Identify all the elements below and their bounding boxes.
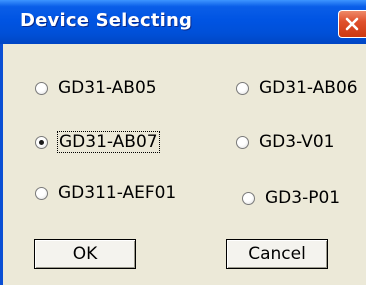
radio-button-unchecked[interactable] [236, 135, 249, 149]
radio-option-gd3-p01[interactable]: GD3-P01 [242, 188, 340, 208]
radio-option-gd3-v01[interactable]: GD3-V01 [236, 132, 334, 152]
radio-label: GD3-V01 [259, 132, 335, 152]
radio-button-unchecked[interactable] [242, 191, 255, 205]
radio-button-unchecked[interactable] [35, 186, 48, 200]
radio-button-unchecked[interactable] [236, 81, 249, 95]
radio-option-gd311-aef01[interactable]: GD311-AEF01 [35, 183, 176, 203]
radio-option-gd31-ab05[interactable]: GD31-AB05 [35, 78, 157, 98]
close-button[interactable] [338, 10, 366, 38]
close-icon [345, 17, 359, 31]
radio-button-unchecked[interactable] [35, 81, 48, 95]
window-left-border [0, 44, 3, 285]
radio-label: GD3-P01 [265, 188, 341, 208]
ok-button[interactable]: OK [34, 239, 136, 269]
device-selecting-dialog: Device Selecting GD31-AB05 GD31-AB06 GD3… [0, 0, 366, 285]
radio-button-checked[interactable] [35, 135, 48, 149]
radio-label: GD31-AB07 [57, 131, 160, 153]
radio-label: GD311-AEF01 [58, 183, 177, 203]
title-bar[interactable]: Device Selecting [0, 0, 366, 44]
cancel-button[interactable]: Cancel [226, 239, 328, 269]
radio-label: GD31-AB06 [259, 78, 358, 98]
radio-option-gd31-ab07[interactable]: GD31-AB07 [35, 131, 160, 153]
radio-option-gd31-ab06[interactable]: GD31-AB06 [236, 78, 358, 98]
window-title: Device Selecting [20, 10, 193, 31]
radio-label: GD31-AB05 [58, 78, 157, 98]
